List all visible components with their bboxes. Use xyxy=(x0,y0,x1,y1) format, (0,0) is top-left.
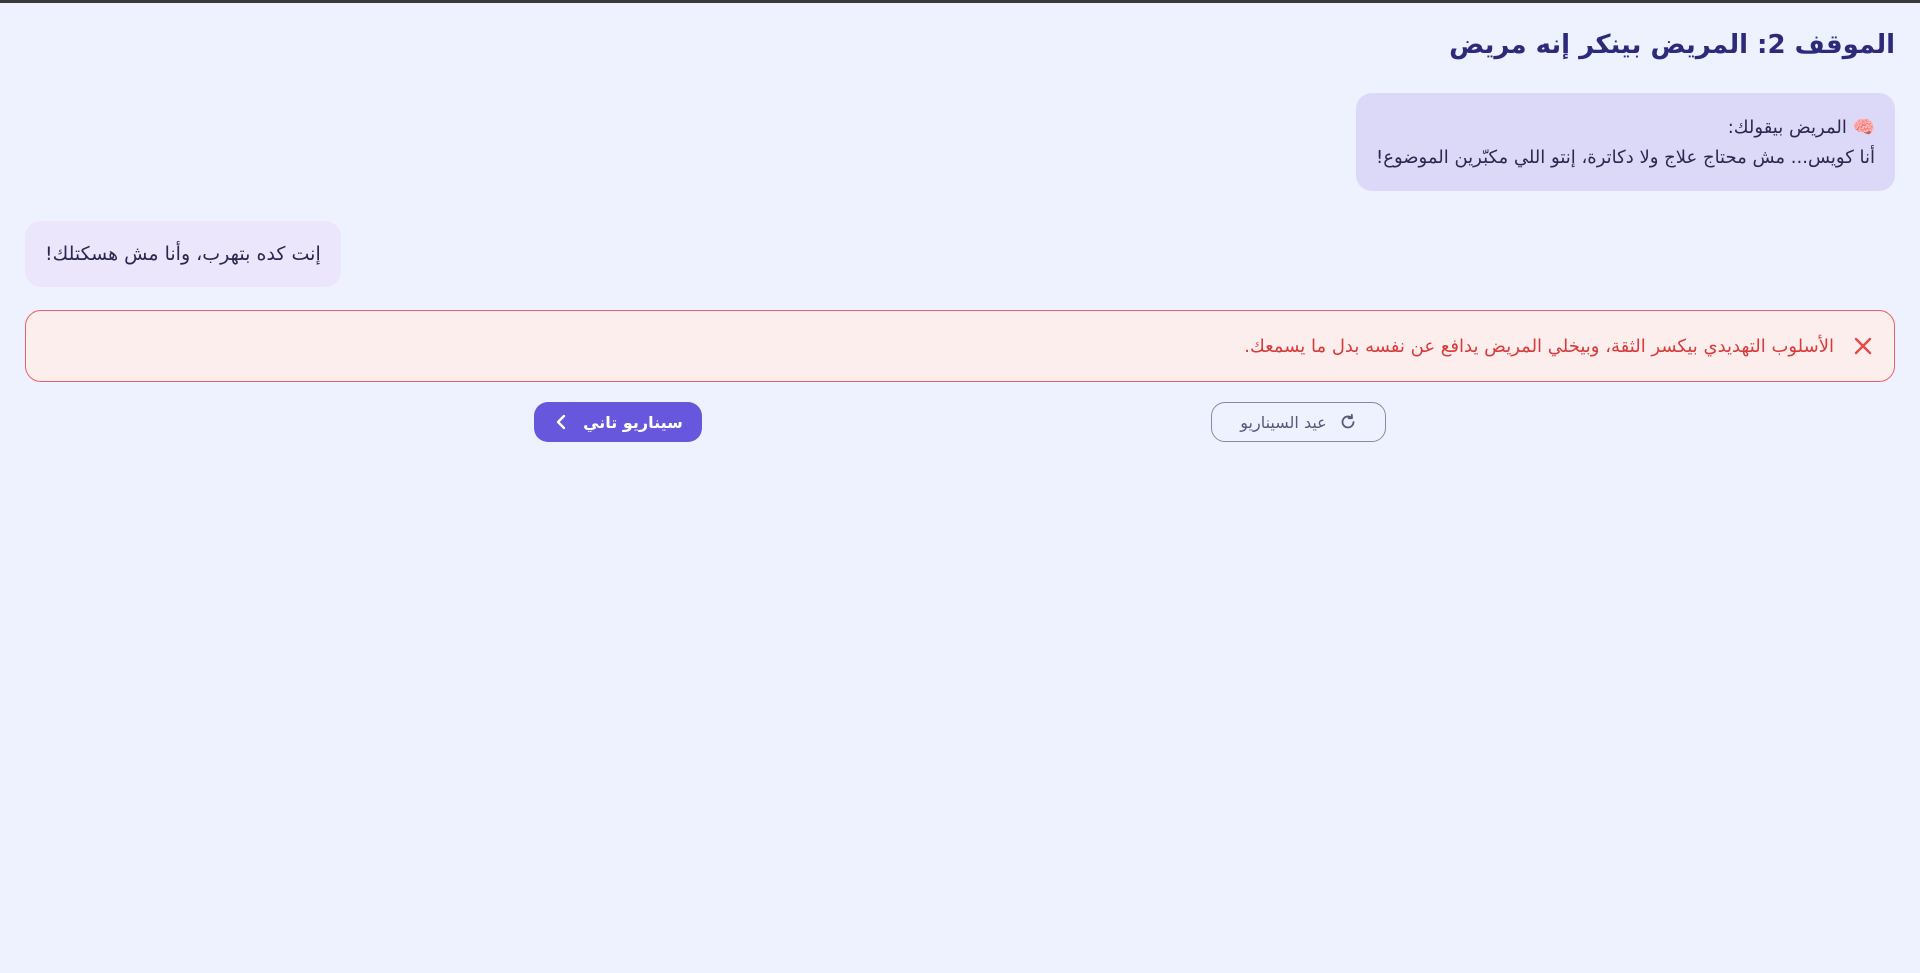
patient-message-header: 🧠 المريض بيقولك: xyxy=(1727,117,1875,138)
user-reply-bubble: إنت كده بتهرب، وأنا مش هسكتلك! xyxy=(25,221,341,287)
refresh-icon xyxy=(1339,413,1357,431)
next-scenario-label: سيناريو تاني xyxy=(583,412,683,432)
retry-scenario-label: عيد السيناريو xyxy=(1240,412,1327,432)
close-icon xyxy=(1852,335,1874,357)
chevron-left-icon xyxy=(553,413,569,431)
feedback-alert: الأسلوب التهديدي بيكسر الثقة، وبيخلي الم… xyxy=(25,310,1895,382)
scenario-title: الموقف 2: المريض بينكر إنه مريض xyxy=(1449,30,1895,60)
scenario-page: الموقف 2: المريض بينكر إنه مريض 🧠 المريض… xyxy=(0,0,1920,973)
patient-message-bubble: 🧠 المريض بيقولك: أنا كويس... مش محتاج عل… xyxy=(1356,93,1895,191)
user-reply-text: إنت كده بتهرب، وأنا مش هسكتلك! xyxy=(45,243,321,265)
patient-message-text: أنا كويس... مش محتاج علاج ولا دكاترة، إن… xyxy=(1376,147,1875,168)
retry-scenario-button[interactable]: عيد السيناريو xyxy=(1211,402,1386,442)
next-scenario-button[interactable]: سيناريو تاني xyxy=(534,402,702,442)
feedback-text: الأسلوب التهديدي بيكسر الثقة، وبيخلي الم… xyxy=(1244,335,1834,357)
